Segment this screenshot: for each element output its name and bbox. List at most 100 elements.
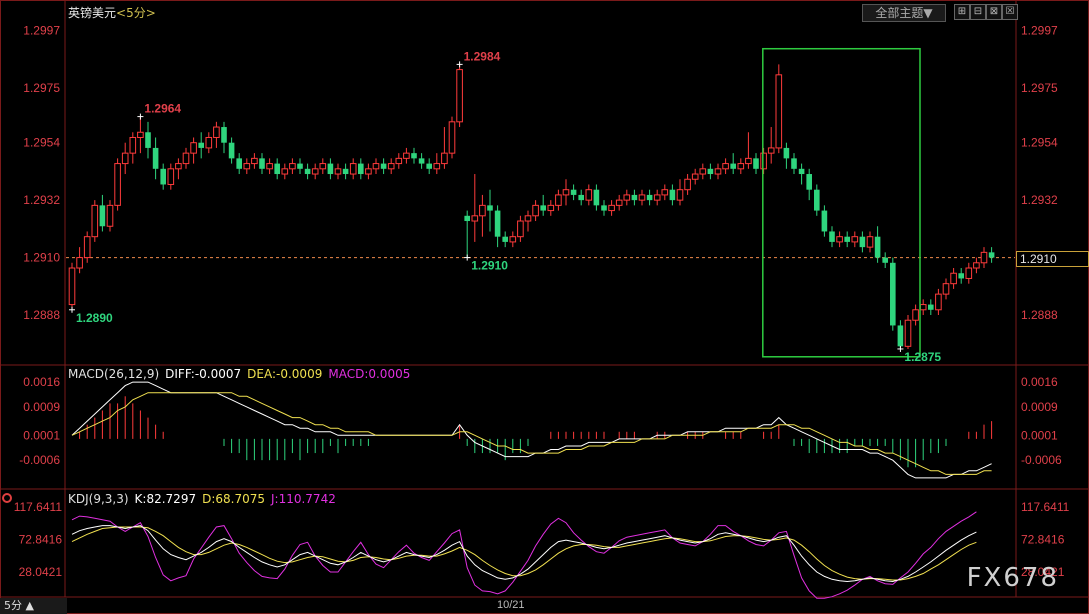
candle-body <box>327 163 334 175</box>
current-price-box: 1.2910 <box>1016 251 1089 267</box>
price-annotation: 1.2964 <box>144 102 181 116</box>
candle-body <box>928 304 934 310</box>
candle-body <box>547 204 555 212</box>
candle-body <box>433 163 441 170</box>
y-tick-left: 1.2932 <box>23 193 60 207</box>
candle-body <box>297 163 303 169</box>
split-icon[interactable]: ⊟ <box>970 4 986 20</box>
macd-tick-left: 0.0009 <box>23 400 60 414</box>
candle-body <box>593 189 600 206</box>
candle-body <box>365 168 372 175</box>
candle-body <box>274 163 280 175</box>
candle-body <box>487 205 493 211</box>
candlestick-panel: 1.2964 1.2890 1.2984 1.2910 1.2875 <box>66 47 1082 364</box>
candle-body <box>311 168 319 175</box>
layout-icon[interactable]: ⊞ <box>954 4 970 20</box>
period-tab[interactable]: 5分 ▲ <box>0 598 67 614</box>
y-tick-right: 1.2954 <box>1021 136 1058 150</box>
candle-body <box>608 204 615 212</box>
candle-body <box>631 194 638 201</box>
candle-body <box>198 142 204 148</box>
candle-body <box>137 131 144 138</box>
price-annotation: 1.2984 <box>464 49 501 63</box>
candle-body <box>349 163 357 175</box>
candle-body <box>676 189 684 201</box>
candle-body <box>418 158 425 164</box>
candle-body <box>251 157 258 165</box>
candle-body <box>980 251 988 264</box>
candle-body <box>114 163 121 206</box>
candle-body <box>562 189 570 196</box>
close-icon[interactable]: ☒ <box>1002 4 1018 20</box>
macd-tick-right: -0.0006 <box>1021 453 1062 467</box>
candle-body <box>684 178 691 191</box>
candle-body <box>988 252 995 258</box>
candle-body <box>585 189 593 201</box>
candle-body <box>259 158 265 169</box>
maximize-icon[interactable]: ⊠ <box>986 4 1002 20</box>
candle-body <box>236 158 242 169</box>
macd-value: MACD:0.0005 <box>328 367 411 381</box>
candle-body <box>890 262 896 326</box>
y-tick-left: 1.2997 <box>23 23 60 37</box>
candle-body <box>441 152 448 165</box>
candle-body <box>426 163 432 169</box>
candle-body <box>517 220 524 238</box>
highlight-box <box>762 47 921 358</box>
chart-title: 英镑美元<5分> <box>68 4 162 21</box>
macd-tick-left: 0.0016 <box>23 375 60 389</box>
candle-body <box>646 194 653 201</box>
candle-body <box>182 152 190 165</box>
candle-body <box>448 121 456 154</box>
candle-body <box>464 215 470 222</box>
candle-body <box>83 236 91 259</box>
theme-dropdown-button[interactable]: 全部主题▼ <box>862 4 946 22</box>
candle-body <box>912 309 919 321</box>
candle-body <box>699 168 707 175</box>
y-tick-left: 1.2975 <box>23 81 60 95</box>
candle-body <box>205 136 213 149</box>
candle-body <box>737 163 745 170</box>
candle-body <box>601 205 607 211</box>
candle-body <box>775 74 783 149</box>
macd-tick-left: 0.0001 <box>23 428 60 442</box>
candle-body <box>266 163 273 170</box>
candle-body <box>380 163 387 169</box>
candle-body <box>342 168 349 175</box>
candle-body <box>851 236 859 243</box>
candle-body <box>859 236 866 248</box>
candle-body <box>243 163 251 170</box>
candle-body <box>806 174 812 190</box>
candle-body <box>190 142 197 154</box>
candle-body <box>152 147 159 169</box>
candle-body <box>319 163 327 170</box>
candle-body <box>358 163 364 175</box>
candle-body <box>814 189 820 211</box>
kdj-j: J:110.7742 <box>271 492 336 506</box>
macd-header: MACD(26,12,9) DIFF:-0.0007 DEA:-0.0009 MACD… <box>68 367 416 381</box>
price-annotation: 1.2890 <box>76 311 113 325</box>
candle-body <box>160 168 166 185</box>
candle-body <box>973 262 980 269</box>
candle-body <box>730 163 736 169</box>
dea-line <box>71 392 992 475</box>
candle-body <box>387 163 395 170</box>
candle-body <box>213 126 220 138</box>
candle-body <box>783 147 790 159</box>
candle-body <box>714 168 722 175</box>
kdj-d: D:68.7075 <box>202 492 265 506</box>
y-tick-right: 1.2932 <box>1021 193 1058 207</box>
macd-tick-right: 0.0016 <box>1021 375 1058 389</box>
candle-body <box>524 215 532 222</box>
kdj-tick-left: 28.0421 <box>19 565 63 579</box>
candle-body <box>91 204 99 238</box>
candle-body <box>304 168 311 175</box>
indicator-settings-icon[interactable] <box>2 493 12 503</box>
candle-body <box>935 293 942 311</box>
candle-body <box>175 163 182 170</box>
candle-body <box>844 236 850 242</box>
candle-body <box>653 194 661 201</box>
candle-body <box>669 189 676 201</box>
watermark: FX678 <box>966 563 1059 593</box>
kdj-tick-right: 72.8416 <box>1021 532 1065 546</box>
